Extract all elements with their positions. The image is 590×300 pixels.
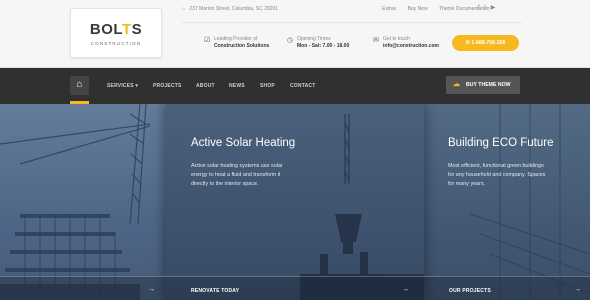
our-projects-link[interactable]: OUR PROJECTS → xyxy=(424,276,590,300)
panel-text-line: for many years. xyxy=(448,181,486,187)
address-text: 237 Marion Street, Columbia, SC 29201 xyxy=(189,6,279,12)
info-provider-label: Leading Provider of xyxy=(214,36,258,42)
call-button-label: 1-888-756-266 xyxy=(471,40,506,46)
call-button[interactable]: ✆ 1-888-756-266 xyxy=(452,35,519,51)
panel-text-line: Most efficient, functional green buildin… xyxy=(448,163,544,169)
panel-left-footer[interactable]: → xyxy=(0,276,166,300)
info-provider: ☑ Leading Provider of Construction Solut… xyxy=(204,36,269,50)
panel-description: Most efficient, functional green buildin… xyxy=(448,162,545,189)
link-extras[interactable]: Extras xyxy=(382,6,396,12)
info-hours-value: Mon - Sat: 7.00 - 18.00 xyxy=(297,43,350,49)
nav-news[interactable]: NEWS xyxy=(229,83,245,89)
info-provider-value: Construction Solutions xyxy=(214,43,270,49)
nav-projects[interactable]: PROJECTS xyxy=(153,83,182,89)
home-button[interactable]: ⌂ xyxy=(70,76,89,95)
top-header: BOLTS CONSTRUCTION ⌂ 237 Marion Street, … xyxy=(0,0,590,68)
mail-icon: ✉ xyxy=(373,37,379,44)
hero-section: Active Solar Heating Active solar heatin… xyxy=(0,104,590,300)
hero-panel-solar: Active Solar Heating Active solar heatin… xyxy=(166,104,424,300)
facebook-icon[interactable]: f xyxy=(478,5,480,11)
address: ⌂ 237 Marion Street, Columbia, SC 29201 xyxy=(182,6,278,12)
check-icon: ☑ xyxy=(204,37,211,44)
panel-text-line: directly to the interior space. xyxy=(191,181,259,187)
logo[interactable]: BOLTS CONSTRUCTION xyxy=(70,8,162,58)
panel-title: Active Solar Heating xyxy=(191,137,296,149)
buy-theme-label: BUY THEME NOW xyxy=(466,82,511,88)
panel-title: Building ECO Future xyxy=(448,137,554,149)
buy-theme-button[interactable]: ☁ BUY THEME NOW xyxy=(446,76,520,94)
logo-subtitle: CONSTRUCTION xyxy=(90,41,142,46)
nav-contact[interactable]: CONTACT xyxy=(290,83,315,89)
home-icon: ⌂ xyxy=(76,79,83,90)
arrow-right-icon: → xyxy=(402,286,409,293)
info-contact-label: Get in touch xyxy=(383,36,410,42)
main-nav: ⌂ SERVICES ▾ PROJECTS ABOUT NEWS SHOP CO… xyxy=(0,68,590,104)
renovate-today-link[interactable]: RENOVATE TODAY → xyxy=(166,276,424,300)
twitter-icon[interactable]: t xyxy=(484,5,486,11)
info-contact: ✉ Get in touch info@construction.com xyxy=(373,36,439,50)
home-icon: ⌂ xyxy=(182,6,186,12)
panel-text-line: energy to heat a fluid and transform it xyxy=(191,172,281,178)
cart-icon: ☁ xyxy=(453,81,460,88)
nav-shop[interactable]: SHOP xyxy=(260,83,275,89)
hero-panel-eco: Building ECO Future Most efficient, func… xyxy=(424,104,590,300)
social-icons: f t ▶ xyxy=(475,4,495,11)
logo-wordmark: BOLTS xyxy=(89,21,143,38)
youtube-icon[interactable]: ▶ xyxy=(491,5,496,11)
info-hours-label: Opening Times xyxy=(297,36,331,42)
panel-text-line: Active solar heating systems use solar xyxy=(191,163,283,169)
info-hours: ◷ Opening Times Mon - Sat: 7.00 - 18.00 xyxy=(287,36,349,50)
arrow-right-icon: → xyxy=(148,286,155,293)
header-divider xyxy=(182,22,522,23)
nav-about[interactable]: ABOUT xyxy=(196,83,215,89)
arrow-right-icon: → xyxy=(574,286,581,293)
info-contact-value[interactable]: info@construction.com xyxy=(373,43,439,50)
panel-description: Active solar heating systems use solar e… xyxy=(191,162,283,189)
clock-icon: ◷ xyxy=(287,37,294,44)
panel-text-line: for any household and company. Spaces xyxy=(448,172,546,178)
hero-panel-left xyxy=(0,104,166,300)
our-projects-label: OUR PROJECTS xyxy=(449,288,491,294)
link-buy-now[interactable]: Buy Now xyxy=(408,6,428,12)
renovate-today-label: RENOVATE TODAY xyxy=(191,288,240,294)
nav-services[interactable]: SERVICES ▾ xyxy=(107,83,138,89)
